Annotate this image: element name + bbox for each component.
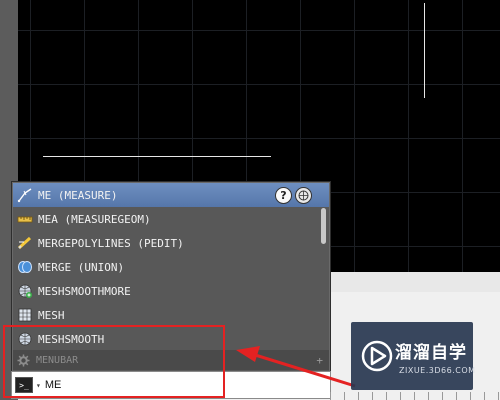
help-icon[interactable]: ? xyxy=(275,187,292,204)
autocomplete-item-label: MERGE (UNION) xyxy=(38,260,125,274)
autocomplete-item-label: MESH xyxy=(38,308,65,322)
autocomplete-item-label: MEA (MEASUREGEOM) xyxy=(38,212,151,226)
ruler-icon xyxy=(16,210,34,228)
autocomplete-item-measuregeom[interactable]: MEA (MEASUREGEOM) xyxy=(13,207,318,231)
pedit-icon xyxy=(16,234,34,252)
autocomplete-item-mesh[interactable]: MESH xyxy=(13,303,318,327)
measure-icon xyxy=(16,186,34,204)
autocomplete-item-merge-union[interactable]: MERGE (UNION) xyxy=(13,255,318,279)
watermark-title: 溜溜自学 xyxy=(395,343,467,363)
mesh-smooth-more-icon xyxy=(16,282,34,300)
annotation-highlight-box xyxy=(3,325,225,398)
mesh-icon xyxy=(16,306,34,324)
ruler-ticks xyxy=(330,392,500,400)
autocomplete-scrollbar[interactable] xyxy=(319,206,329,348)
play-logo-icon xyxy=(361,340,393,372)
autocomplete-item-label: ME (MEASURE) xyxy=(38,188,118,202)
autocomplete-item-label: MERGEPOLYLINES (PEDIT) xyxy=(38,236,184,250)
union-icon xyxy=(16,258,34,276)
watermark-url: ZIXUE.3D66.COM xyxy=(399,366,476,375)
autocomplete-item-measure[interactable]: ME (MEASURE) ? xyxy=(13,183,329,207)
horizontal-line-entity[interactable] xyxy=(43,156,271,157)
vertical-line-entity[interactable] xyxy=(424,3,425,98)
autocomplete-item-meshsmoothmore[interactable]: MESHSMOOTHMORE xyxy=(13,279,318,303)
scrollbar-thumb[interactable] xyxy=(321,208,326,244)
web-search-icon[interactable] xyxy=(295,187,312,204)
watermark: 溜溜自学 ZIXUE.3D66.COM xyxy=(351,322,476,390)
autocomplete-item-mergepolylines[interactable]: MERGEPOLYLINES (PEDIT) xyxy=(13,231,318,255)
autocomplete-item-label: MESHSMOOTHMORE xyxy=(38,284,131,298)
annotation-arrow-icon xyxy=(236,346,356,388)
